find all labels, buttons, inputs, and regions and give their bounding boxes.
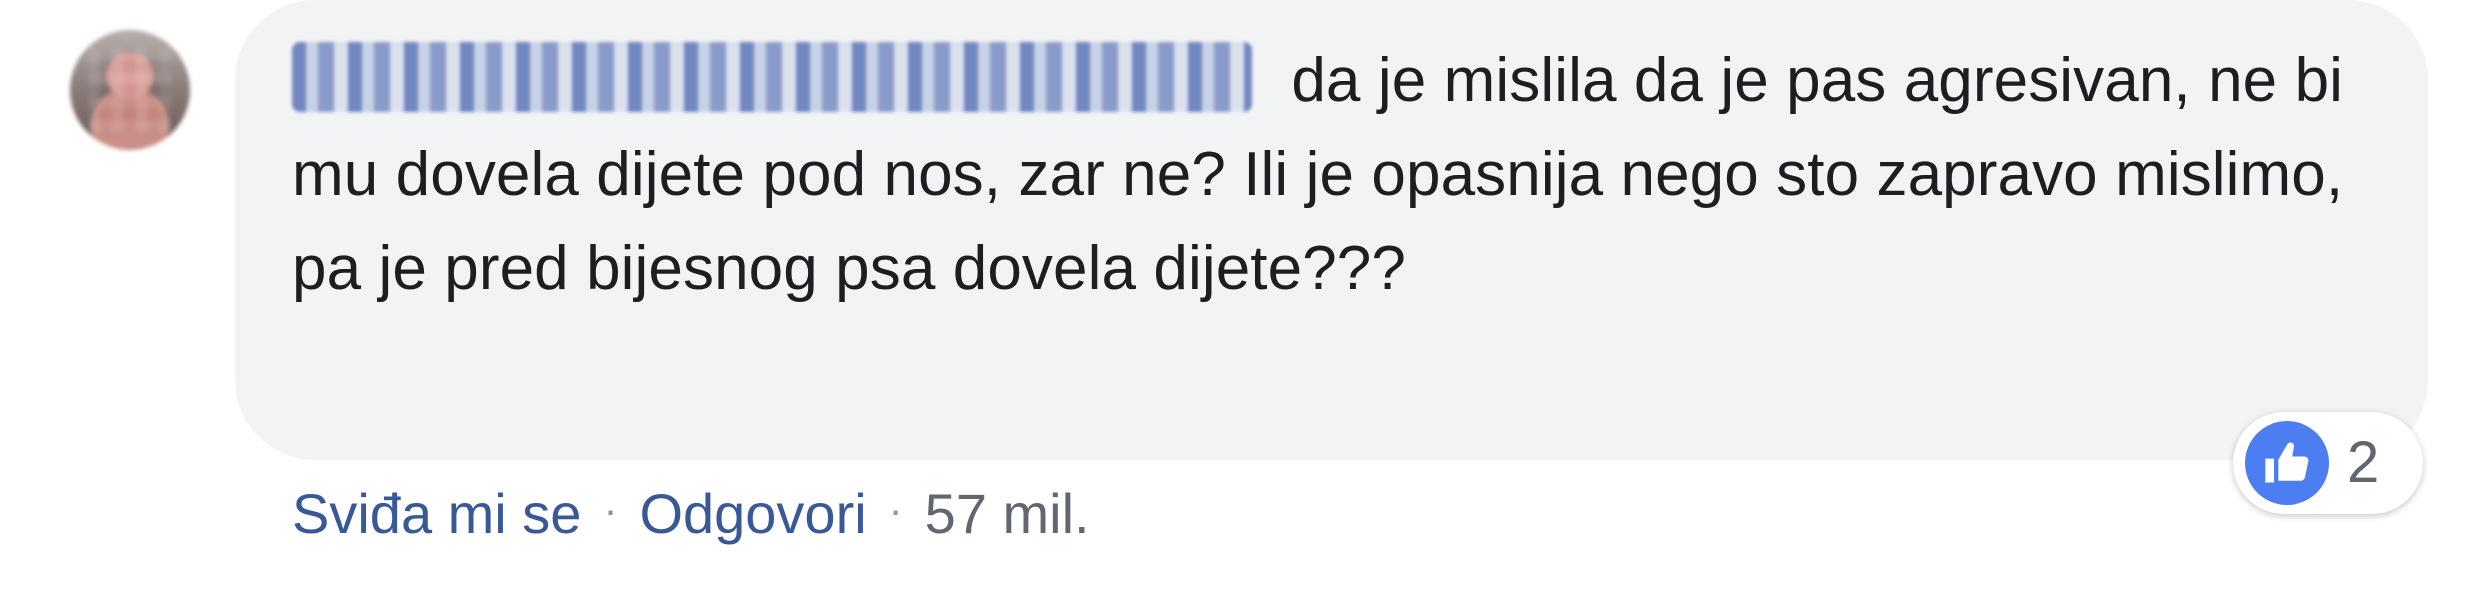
author-name[interactable] <box>292 42 1252 112</box>
reaction-count: 2 <box>2347 430 2380 495</box>
reply-button[interactable]: Odgovori <box>639 472 866 556</box>
separator: · <box>603 486 618 533</box>
comment-screenshot: da je mislila da je pas agresivan, ne bi… <box>0 0 2477 600</box>
timestamp[interactable]: 57 mil. <box>925 472 1090 556</box>
reaction-summary[interactable]: 2 <box>2233 412 2423 514</box>
separator: · <box>888 486 903 533</box>
avatar[interactable] <box>70 30 190 150</box>
comment-content: da je mislila da je pas agresivan, ne bi… <box>292 34 2352 316</box>
thumbs-up-icon <box>2245 421 2329 505</box>
like-button[interactable]: Sviđa mi se <box>292 472 581 556</box>
comment-actions: Sviđa mi se · Odgovori · 57 mil. <box>292 472 1090 556</box>
